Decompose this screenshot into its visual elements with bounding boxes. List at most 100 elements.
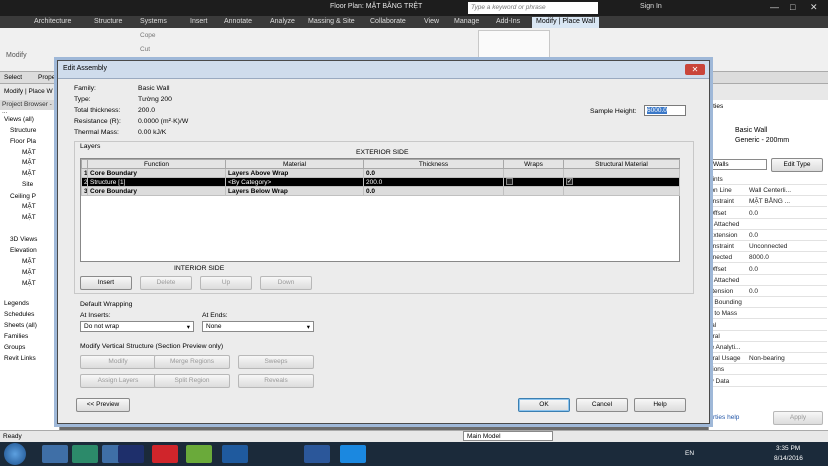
property-row[interactable]: ly Data — [709, 376, 827, 387]
property-value[interactable]: 0.0 — [749, 232, 758, 239]
structural-checkbox[interactable]: ✓ — [566, 178, 573, 186]
col-function[interactable]: Function — [87, 159, 226, 169]
property-row[interactable]: ral — [709, 320, 827, 331]
reveals-button[interactable]: Reveals — [238, 374, 314, 388]
ribbon-tab[interactable]: Systems — [136, 17, 171, 28]
thickness-cell[interactable]: 200.0 — [363, 177, 504, 187]
tree-item[interactable]: MẶT — [22, 149, 36, 156]
tree-item[interactable]: Views (all) — [4, 116, 34, 123]
table-row[interactable]: 1 Core Boundary Layers Above Wrap 0.0 — [81, 168, 680, 178]
wraps-cell[interactable] — [503, 177, 564, 187]
edit-type-button[interactable]: Edit Type — [771, 158, 823, 172]
tree-item[interactable]: MẶT — [22, 203, 36, 210]
tree-item[interactable]: Schedules — [4, 311, 34, 318]
search-input[interactable]: Type a keyword or phrase — [468, 2, 598, 14]
clock-time[interactable]: 3:35 PM — [776, 445, 800, 452]
preview-button[interactable]: << Preview — [76, 398, 130, 412]
property-row[interactable]: le Analyti... — [709, 342, 827, 353]
property-value[interactable]: 0.0 — [749, 288, 758, 295]
tree-item[interactable]: Families — [4, 333, 28, 340]
apply-button[interactable]: Apply — [773, 411, 823, 425]
thickness-cell[interactable]: 0.0 — [363, 168, 504, 178]
col-wraps[interactable]: Wraps — [503, 159, 564, 169]
ribbon-tab[interactable]: Architecture — [30, 17, 75, 28]
table-row[interactable]: 2 Structure [1] <By Category> 200.0 ✓ — [81, 177, 680, 187]
function-cell[interactable]: Core Boundary — [87, 186, 226, 196]
property-row[interactable]: s Attached — [709, 219, 827, 230]
property-value[interactable]: MẶT BẰNG ... — [749, 198, 790, 205]
table-row[interactable]: 3 Core Boundary Layers Below Wrap 0.0 — [81, 186, 680, 196]
zalo-icon[interactable] — [340, 445, 366, 463]
property-row[interactable]: xtension 0.0 — [709, 286, 827, 297]
property-row[interactable]: onstraint Unconnected — [709, 241, 827, 253]
layers-table[interactable]: Function Material Thickness Wraps Struct… — [81, 159, 680, 196]
tree-item[interactable]: Groups — [4, 344, 25, 351]
instance-filter-select[interactable]: Walls — [709, 159, 767, 170]
ribbon-tab[interactable]: Annotate — [220, 17, 256, 28]
tree-item[interactable]: 3D Views — [10, 236, 37, 243]
merge-regions-button[interactable]: Merge Regions — [154, 355, 230, 369]
down-button[interactable]: Down — [260, 276, 312, 290]
maximize-icon[interactable]: □ — [790, 2, 795, 12]
revit-icon[interactable] — [222, 445, 248, 463]
tree-item[interactable]: MẶT — [22, 269, 36, 276]
help-button[interactable]: Help — [634, 398, 686, 412]
property-row[interactable]: onstraint MẶT BẰNG ... — [709, 196, 827, 208]
tree-item[interactable]: Sheets (all) — [4, 322, 37, 329]
material-cell[interactable]: Layers Below Wrap — [225, 186, 364, 196]
word-icon[interactable] — [304, 445, 330, 463]
ribbon-tab[interactable]: Structure — [90, 17, 126, 28]
photoshop-icon[interactable] — [118, 445, 144, 463]
tree-item[interactable]: Revit Links — [4, 355, 36, 362]
col-thickness[interactable]: Thickness — [363, 159, 504, 169]
minimize-icon[interactable]: — — [770, 2, 779, 12]
ribbon-tab[interactable]: Insert — [186, 17, 212, 28]
insert-button[interactable]: Insert — [80, 276, 132, 290]
thickness-cell[interactable]: 0.0 — [363, 186, 504, 196]
ribbon-tab[interactable]: Modify | Place Wall — [532, 17, 600, 28]
property-row[interactable]: Offset 0.0 — [709, 208, 827, 219]
property-row[interactable]: ural — [709, 331, 827, 342]
property-row[interactable]: d to Mass — [709, 308, 827, 320]
wraps-checkbox[interactable] — [506, 178, 513, 186]
property-row[interactable]: ion Line Wall Centerli... — [709, 185, 827, 197]
up-button[interactable]: Up — [200, 276, 252, 290]
split-region-button[interactable]: Split Region — [154, 374, 230, 388]
close-icon[interactable]: ✕ — [685, 64, 705, 75]
project-browser[interactable]: Project Browser - ... Views (all) Structu… — [0, 100, 60, 430]
ribbon-tab[interactable]: Manage — [450, 17, 483, 28]
tree-item[interactable]: Legends — [4, 300, 29, 307]
tree-item[interactable]: Structure — [10, 127, 36, 134]
clock-date[interactable]: 8/14/2016 — [774, 455, 803, 462]
language-indicator[interactable]: EN — [685, 450, 694, 457]
app-icon[interactable] — [186, 445, 212, 463]
structural-cell[interactable] — [563, 168, 680, 178]
explorer-icon[interactable] — [42, 445, 68, 463]
sign-in-link[interactable]: Sign In — [640, 3, 662, 10]
modify-button[interactable]: Modify — [80, 355, 156, 369]
property-value[interactable]: 0.0 — [749, 210, 758, 217]
tree-item[interactable]: MẶT — [22, 170, 36, 177]
ok-button[interactable]: OK — [518, 398, 570, 412]
property-value[interactable]: Wall Centerli... — [749, 187, 791, 194]
property-value[interactable]: Non-bearing — [749, 355, 785, 362]
material-cell[interactable]: <By Category> — [225, 177, 364, 187]
cut-tool[interactable]: Cut — [140, 46, 150, 53]
ribbon-tab[interactable]: Massing & Site — [304, 17, 359, 28]
function-cell[interactable]: Core Boundary — [87, 168, 226, 178]
property-value[interactable]: 0.0 — [749, 266, 758, 273]
tree-item[interactable]: Floor Pla — [10, 138, 36, 145]
material-cell[interactable]: Layers Above Wrap — [225, 168, 364, 178]
layers-table-frame[interactable]: Function Material Thickness Wraps Struct… — [80, 158, 680, 262]
wraps-cell[interactable] — [503, 186, 564, 196]
tree-item[interactable]: Ceiling P — [10, 193, 36, 200]
sketchup-icon[interactable] — [72, 445, 98, 463]
start-icon[interactable] — [4, 443, 26, 465]
ribbon-tab[interactable]: Add-Ins — [492, 17, 524, 28]
tree-item[interactable]: MẶT — [22, 214, 36, 221]
property-row[interactable]: aints — [709, 174, 827, 185]
property-row[interactable]: n Bounding — [709, 297, 827, 309]
property-row[interactable]: ural Usage Non-bearing — [709, 353, 827, 365]
select-panel-label[interactable]: Select — [4, 74, 22, 81]
ribbon-tab[interactable]: Collaborate — [366, 17, 410, 28]
